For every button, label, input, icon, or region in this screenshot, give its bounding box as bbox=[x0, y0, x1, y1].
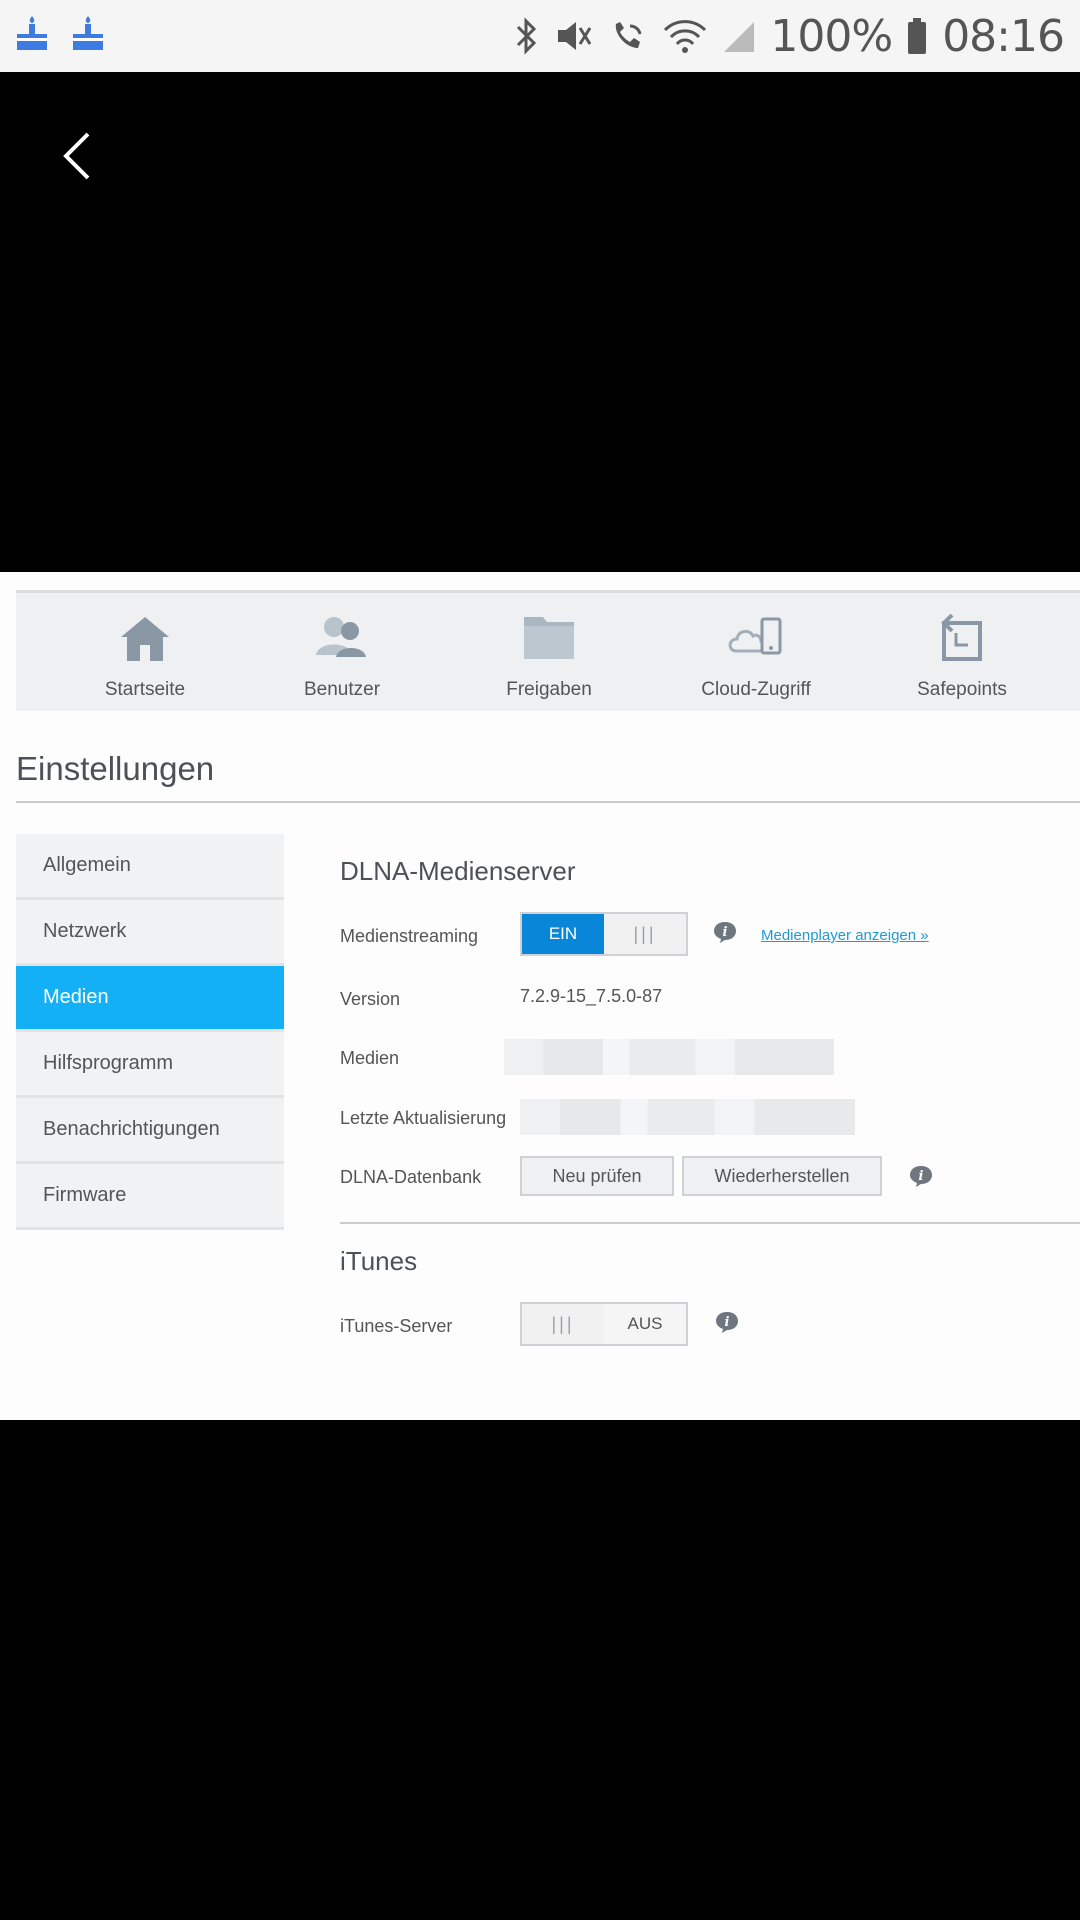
sidebar-item-firmware[interactable]: Firmware bbox=[16, 1164, 284, 1230]
media-streaming-toggle[interactable]: EIN ||| bbox=[520, 912, 688, 956]
back-arrow-icon[interactable] bbox=[58, 128, 98, 184]
toggle-grip: ||| bbox=[551, 1313, 575, 1334]
media-label: Medien bbox=[340, 1048, 400, 1068]
nav-label: Safepoints bbox=[917, 679, 1007, 700]
nav-cloud-zugriff[interactable]: Cloud-Zugriff bbox=[656, 593, 856, 711]
svg-text:i: i bbox=[919, 1169, 924, 1184]
info-icon[interactable]: i bbox=[908, 1164, 934, 1188]
clock: 08:16 bbox=[942, 10, 1065, 62]
redacted-last-update bbox=[520, 1099, 855, 1135]
itunes-server-toggle[interactable]: ||| AUS bbox=[520, 1302, 688, 1346]
svg-text:i: i bbox=[725, 1315, 730, 1330]
info-icon[interactable]: i bbox=[714, 1310, 740, 1334]
itunes-heading: iTunes bbox=[340, 1246, 418, 1276]
toggle-off-label: AUS bbox=[604, 1304, 686, 1344]
safepoint-icon bbox=[941, 613, 982, 661]
nav-label: Cloud-Zugriff bbox=[701, 679, 811, 700]
toggle-on-label: EIN bbox=[522, 914, 604, 954]
rescan-button[interactable]: Neu prüfen bbox=[520, 1156, 674, 1196]
nav-safepoints[interactable]: Safepoints bbox=[862, 593, 1062, 711]
itunes-server-label: iTunes-Server bbox=[340, 1316, 453, 1336]
status-bar: 100% 08:16 bbox=[0, 0, 1080, 72]
restore-button[interactable]: Wiederherstellen bbox=[682, 1156, 882, 1196]
section-divider bbox=[340, 1222, 1080, 1224]
wifi-icon bbox=[664, 20, 707, 53]
version-value: 7.2.9-15_7.5.0-87 bbox=[520, 986, 663, 1006]
sidebar-item-netzwerk[interactable]: Netzwerk bbox=[16, 900, 284, 966]
mute-icon bbox=[558, 22, 592, 50]
home-icon bbox=[121, 617, 169, 661]
title-divider bbox=[16, 801, 1080, 803]
bluetooth-icon bbox=[517, 17, 537, 55]
svg-text:i: i bbox=[723, 925, 728, 940]
notification-icons bbox=[14, 14, 106, 54]
cloud-device-icon bbox=[728, 617, 782, 655]
sidebar-item-allgemein[interactable]: Allgemein bbox=[16, 834, 284, 900]
birthday-cake-icon bbox=[17, 16, 47, 50]
sidebar-item-hilfsprogramm[interactable]: Hilfsprogramm bbox=[16, 1032, 284, 1098]
battery-percent: 100% bbox=[770, 10, 893, 62]
folder-icon bbox=[524, 617, 574, 659]
redacted-media-count bbox=[504, 1039, 834, 1075]
users-icon bbox=[316, 617, 366, 657]
nav-label: Freigaben bbox=[506, 679, 592, 700]
toggle-grip: ||| bbox=[633, 923, 657, 944]
media-player-link[interactable]: Medienplayer anzeigen » bbox=[761, 927, 929, 944]
version-label: Version bbox=[340, 989, 401, 1009]
info-icon[interactable]: i bbox=[712, 920, 738, 944]
page-title: Einstellungen bbox=[16, 750, 215, 787]
wifi-calling-icon bbox=[616, 22, 642, 48]
birthday-cake-icon bbox=[73, 16, 103, 50]
sidebar-item-medien[interactable]: Medien bbox=[16, 966, 284, 1032]
top-navigation: Startseite Benutzer Freigaben Cloud-Zugr… bbox=[16, 590, 1080, 711]
battery-icon bbox=[908, 18, 927, 54]
nav-freigaben[interactable]: Freigaben bbox=[449, 593, 649, 711]
signal-icon bbox=[724, 22, 755, 52]
last-update-label: Letzte Aktualisierung bbox=[340, 1108, 507, 1128]
nav-startseite[interactable]: Startseite bbox=[45, 593, 245, 711]
nav-benutzer[interactable]: Benutzer bbox=[242, 593, 442, 711]
dlna-heading: DLNA-Medienserver bbox=[340, 856, 576, 886]
screenshot-panel: Startseite Benutzer Freigaben Cloud-Zugr… bbox=[0, 572, 1080, 1420]
sidebar-item-benachrichtigungen[interactable]: Benachrichtigungen bbox=[16, 1098, 284, 1164]
settings-sidebar: Allgemein Netzwerk Medien Hilfsprogramm … bbox=[16, 834, 284, 1230]
streaming-label: Medienstreaming bbox=[340, 926, 479, 946]
nav-label: Startseite bbox=[104, 679, 186, 700]
nav-label: Benutzer bbox=[303, 679, 381, 700]
dlna-db-label: DLNA-Datenbank bbox=[340, 1167, 482, 1187]
